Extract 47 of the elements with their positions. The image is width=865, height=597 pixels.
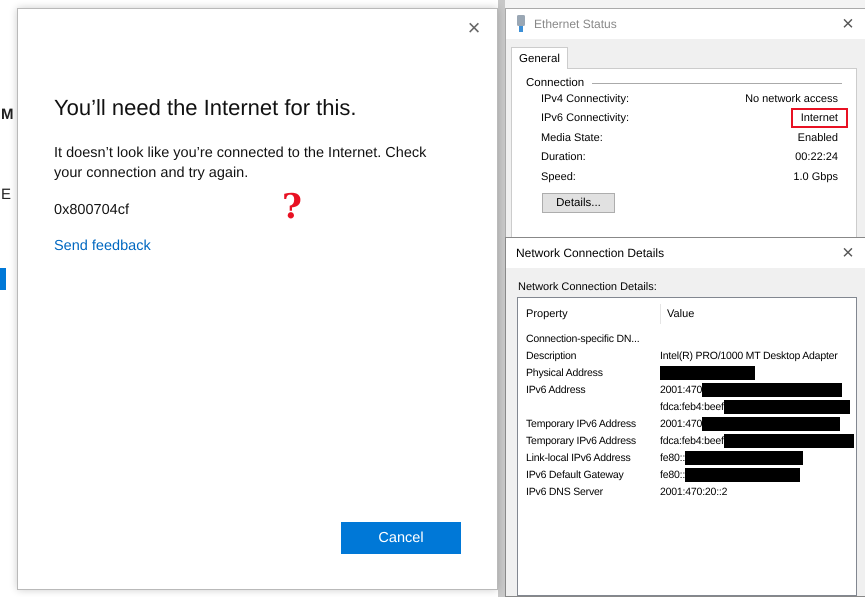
value-cell: fdca:feb4:beef <box>660 434 724 446</box>
property-cell-text: Physical Address <box>526 366 604 378</box>
close-button[interactable]: × <box>831 239 865 267</box>
close-button[interactable]: × <box>459 13 489 43</box>
value-cell: fdca:feb4:beef <box>660 400 724 412</box>
value-cell: fe80:: <box>660 452 686 464</box>
tab[interactable]: General <box>511 47 568 69</box>
field-value: No network access <box>744 92 839 107</box>
cut-off-text: M <box>1 106 14 124</box>
property-cell-text: IPv6 Address <box>526 384 586 396</box>
list-caption: Network Connection Details: <box>518 281 658 293</box>
feedback-link[interactable]: Send feedback <box>54 238 151 254</box>
value-cell: fe80:: <box>660 468 686 480</box>
network-plug-icon <box>516 15 526 33</box>
window-title: Network Connection Details <box>516 246 666 260</box>
property-cell-text: Temporary IPv6 Address <box>526 434 637 446</box>
property-cell-text: Connection-specific DN... <box>526 332 640 344</box>
field-label: Duration: <box>541 151 586 164</box>
field-value: 00:22:24 <box>794 150 839 166</box>
property-cell-text: Temporary IPv6 Address <box>526 418 637 430</box>
column-header[interactable]: Value <box>660 304 856 324</box>
cut-off-text: E <box>1 186 12 204</box>
property-cell-text: IPv6 DNS Server <box>526 486 604 498</box>
field-label: Speed: <box>541 170 576 183</box>
field-label: Media State: <box>541 132 603 144</box>
details-button[interactable]: Details... <box>542 192 615 212</box>
value-cell: 2001:470 <box>660 418 702 430</box>
property-cell-text: IPv6 Default Gateway <box>526 468 625 480</box>
property-cell-text: Link-local IPv6 Address <box>526 452 632 464</box>
highlighted-value: Internet <box>790 108 848 128</box>
group-label: Connection <box>526 77 584 89</box>
value-cell: Intel(R) PRO/1000 MT Desktop Adapter <box>660 350 838 362</box>
value-cell: 2001:470 <box>660 384 702 396</box>
field-label: IPv4 Connectivity: <box>541 92 630 105</box>
field-label: IPv6 Connectivity: <box>541 112 630 124</box>
field-value: 1.0 Gbps <box>792 170 839 185</box>
error-code: 0x800704cf <box>54 202 129 218</box>
cancel-button[interactable]: Cancel <box>341 522 461 554</box>
property-cell-text: Description <box>526 350 578 362</box>
dialog-title: You’ll need the Internet for this. <box>54 95 358 121</box>
dialog-message: It doesn’t look like you’re connected to the Internet. Check your connection and try again. <box>54 144 428 183</box>
column-header[interactable]: Property <box>526 304 660 324</box>
window-title: Ethernet Status <box>534 17 618 31</box>
value-cell: 2001:470:20::2 <box>660 486 728 498</box>
close-button[interactable]: × <box>831 10 865 38</box>
question-mark-annotation: ? <box>282 187 302 227</box>
field-value: Enabled <box>796 130 839 146</box>
